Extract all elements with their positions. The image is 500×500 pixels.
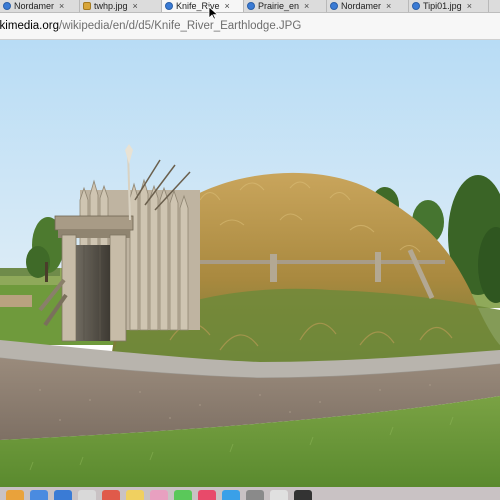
dock [0, 487, 500, 500]
tab-label: twhp.jpg [94, 1, 128, 11]
wikipedia-globe-icon [412, 2, 420, 10]
wikipedia-globe-icon [165, 2, 173, 10]
tab-label: Nordamer [341, 1, 382, 11]
appstore-icon[interactable] [222, 490, 240, 500]
mail-icon[interactable] [78, 490, 96, 500]
address-bar[interactable]: ikimedia.org/wikipedia/en/d/d5/Knife_Riv… [0, 13, 500, 40]
chrome-icon[interactable] [270, 490, 288, 500]
url-text[interactable]: ikimedia.org/wikipedia/en/d/d5/Knife_Riv… [0, 20, 301, 32]
earthlodge-photo [0, 40, 500, 487]
mouse-cursor-icon [208, 6, 218, 20]
photos-icon[interactable] [150, 490, 168, 500]
launchpad-icon[interactable] [30, 490, 48, 500]
tab-label: Nordamer [14, 1, 55, 11]
wikipedia-globe-icon [3, 2, 11, 10]
close-icon[interactable]: × [304, 0, 309, 12]
tab-2[interactable]: twhp.jpg × [80, 0, 162, 12]
url-path: /wikipedia/en/d/d5/Knife_River_Earthlodg… [59, 20, 302, 32]
close-icon[interactable]: × [225, 0, 230, 12]
terminal-icon[interactable] [294, 490, 312, 500]
calendar-icon[interactable] [102, 490, 120, 500]
wikipedia-globe-icon [247, 2, 255, 10]
close-icon[interactable]: × [59, 0, 64, 12]
image-viewport [0, 40, 500, 487]
tab-label: Tipi01.jpg [423, 1, 462, 11]
music-icon[interactable] [198, 490, 216, 500]
tab-3[interactable]: Knife_Rive × [162, 0, 244, 12]
tab-5[interactable]: Nordamer × [327, 0, 409, 12]
tab-4[interactable]: Prairie_en × [244, 0, 327, 12]
close-icon[interactable]: × [133, 0, 138, 12]
close-icon[interactable]: × [467, 0, 472, 12]
close-icon[interactable]: × [386, 0, 391, 12]
wikipedia-globe-icon [330, 2, 338, 10]
settings-icon[interactable] [246, 490, 264, 500]
notes-icon[interactable] [126, 490, 144, 500]
tab-6[interactable]: Tipi01.jpg × [409, 0, 489, 12]
tab-1[interactable]: Nordamer × [0, 0, 80, 12]
finder-icon[interactable] [6, 490, 24, 500]
tab-strip: Nordamer × twhp.jpg × Knife_Rive × Prairie_en ×… [0, 0, 500, 13]
url-host: ikimedia.org [0, 20, 59, 32]
safari-icon[interactable] [54, 490, 72, 500]
messages-icon[interactable] [174, 490, 192, 500]
image-file-icon [83, 2, 91, 10]
tab-label: Prairie_en [258, 1, 300, 11]
